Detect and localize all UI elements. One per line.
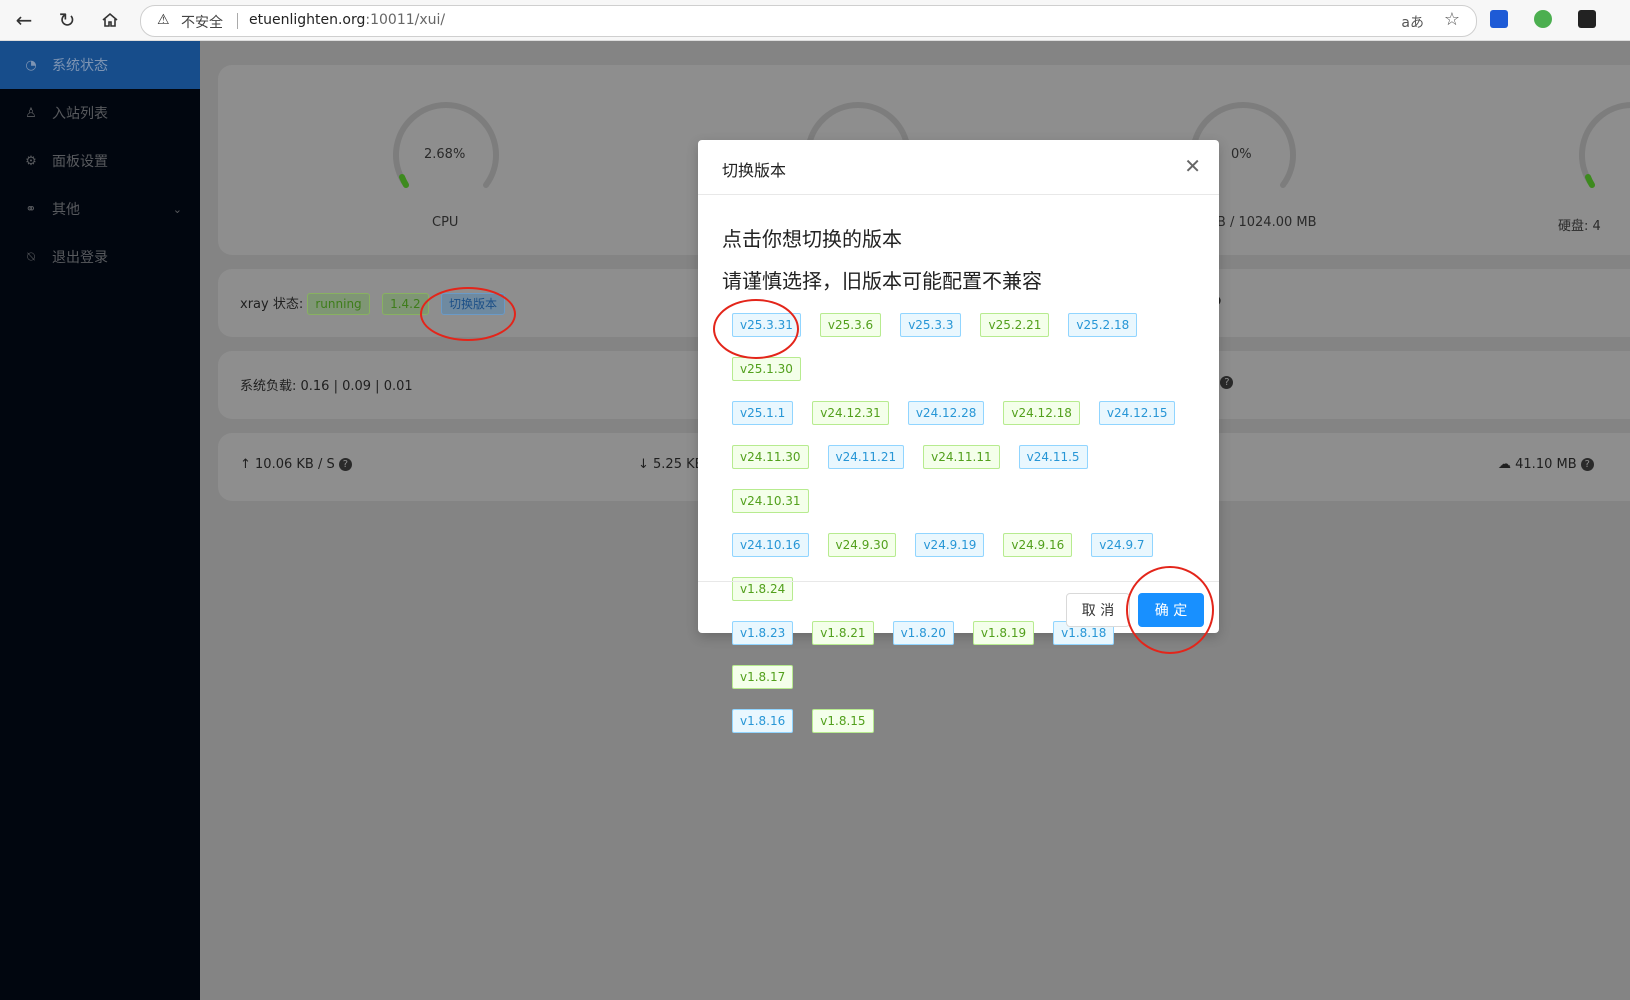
version-tag[interactable]: v25.2.21 xyxy=(980,313,1050,337)
sidebar-item-label: 其他 xyxy=(52,202,80,218)
xray-state-badge: running xyxy=(307,293,370,315)
url-host: etuenlighten.org xyxy=(249,12,366,28)
modal-warning: 请谨慎选择，旧版本可能配置不兼容 xyxy=(722,269,1042,293)
cancel-button[interactable]: 取 消 xyxy=(1066,593,1130,627)
sidebar: ◔ 系统状态 ♙ 入站列表 ⚙ 面板设置 ⚭ 其他 ⌄ ⍉ 退出登录 xyxy=(0,41,200,1000)
version-row: v24.11.30 v24.11.21 v24.11.11 v24.11.5 v24.1… xyxy=(732,445,1202,533)
upload-speed: ↑ 10.06 KB / S ? xyxy=(240,457,352,472)
system-load-text: 系统负载: 0.16 | 0.09 | 0.01 xyxy=(240,379,413,394)
version-tag[interactable]: v24.9.7 xyxy=(1091,533,1153,557)
annotation-circle xyxy=(713,299,799,359)
dashboard-icon: ◔ xyxy=(25,57,37,73)
cpu-label: CPU xyxy=(432,215,459,230)
version-tag[interactable]: v25.1.30 xyxy=(732,357,801,381)
version-tag[interactable]: v25.3.6 xyxy=(819,313,882,337)
cloud-upload-icon: ☁ xyxy=(1498,457,1511,472)
version-tag[interactable]: v24.9.19 xyxy=(915,533,985,557)
modal-instruction: 点击你想切换的版本 xyxy=(722,227,902,251)
reader-mode-icon[interactable]: aあ xyxy=(1401,12,1424,32)
close-icon[interactable]: ✕ xyxy=(1184,154,1201,178)
version-tag[interactable]: v1.8.16 xyxy=(732,709,794,733)
version-tag[interactable]: v24.10.16 xyxy=(732,533,809,557)
version-tag[interactable]: v24.11.21 xyxy=(827,445,905,469)
disk-label: 硬盘: 4 xyxy=(1558,219,1601,234)
cpu-value: 2.68% xyxy=(424,147,466,162)
url-text: etuenlighten.org:10011/xui/ xyxy=(249,12,445,28)
insecure-label: 不安全 xyxy=(181,15,223,31)
address-bar[interactable]: ⚠ 不安全 etuenlighten.org:10011/xui/ aあ ☆ xyxy=(140,5,1477,37)
sidebar-item-system-status[interactable]: ◔ 系统状态 xyxy=(0,41,200,89)
link-icon: ⚭ xyxy=(25,201,37,217)
version-tag[interactable]: v24.12.31 xyxy=(812,401,889,425)
version-tag[interactable]: v24.11.5 xyxy=(1018,445,1088,469)
help-icon[interactable]: ? xyxy=(338,458,352,471)
sidebar-item-label: 系统状态 xyxy=(52,58,108,74)
warning-icon: ⚠ xyxy=(157,12,170,28)
divider xyxy=(237,13,238,29)
bitwarden-extension-icon[interactable] xyxy=(1490,10,1508,28)
version-tag[interactable]: v25.1.1 xyxy=(732,401,794,425)
swap-value: 0% xyxy=(1231,147,1252,162)
url-path: :10011/xui/ xyxy=(365,12,446,28)
version-tag[interactable]: v24.9.16 xyxy=(1003,533,1073,557)
total-traffic: ☁ 41.10 MB ? xyxy=(1498,457,1594,472)
modal-header: 切换版本 ✕ xyxy=(698,140,1219,195)
version-row: v25.3.31 v25.3.6 v25.3.3 v25.2.21 v25.2.18v2… xyxy=(732,313,1202,401)
back-icon[interactable]: ← xyxy=(10,6,38,34)
user-icon: ♙ xyxy=(25,105,37,121)
gear-icon: ⚙ xyxy=(25,153,37,169)
version-tag[interactable]: v1.8.15 xyxy=(812,709,874,733)
sidebar-item-label: 面板设置 xyxy=(52,154,108,170)
annotation-circle xyxy=(420,287,516,341)
version-list: v25.3.31 v25.3.6 v25.3.3 v25.2.21 v25.2.18v2… xyxy=(732,313,1202,753)
logout-icon: ⍉ xyxy=(27,249,35,265)
reload-icon[interactable]: ↻ xyxy=(53,6,81,34)
sidebar-item-settings[interactable]: ⚙ 面板设置 xyxy=(0,137,200,185)
version-tag[interactable]: v25.3.3 xyxy=(900,313,962,337)
extension-icon[interactable] xyxy=(1578,10,1596,28)
browser-toolbar: ← ↻ ⚠ 不安全 etuenlighten.org:10011/xui/ aあ… xyxy=(0,0,1630,41)
version-row: v1.8.23 v1.8.21 v1.8.20 v1.8.19 v1.8.18v1.8.… xyxy=(732,621,1202,709)
version-tag[interactable]: v25.2.18 xyxy=(1068,313,1138,337)
version-tag[interactable]: v24.12.18 xyxy=(1003,401,1080,425)
sidebar-item-inbounds[interactable]: ♙ 入站列表 xyxy=(0,89,200,137)
sidebar-item-other[interactable]: ⚭ 其他 ⌄ xyxy=(0,185,200,233)
version-tag[interactable]: v24.9.30 xyxy=(827,533,897,557)
version-row: v25.1.1 v24.12.31 v24.12.28 v24.12.18 v24.12… xyxy=(732,401,1202,445)
modal-title: 切换版本 xyxy=(722,161,787,180)
version-tag[interactable]: v24.12.15 xyxy=(1098,401,1176,425)
download-speed: ↓ 5.25 KE xyxy=(638,457,703,472)
version-tag[interactable]: v24.12.28 xyxy=(907,401,985,425)
xray-label: xray 状态: xyxy=(240,297,304,312)
home-icon[interactable] xyxy=(96,6,124,34)
version-row: v1.8.16 v1.8.15 xyxy=(732,709,1202,753)
annotation-circle xyxy=(1126,566,1214,654)
globe-extension-icon[interactable] xyxy=(1534,10,1552,28)
modal-body: 点击你想切换的版本 请谨慎选择，旧版本可能配置不兼容 v25.3.31 v25.3… xyxy=(698,195,1219,733)
sidebar-item-label: 入站列表 xyxy=(52,106,108,122)
sidebar-item-logout[interactable]: ⍉ 退出登录 xyxy=(0,233,200,281)
disk-gauge xyxy=(1579,102,1630,188)
bookmark-star-icon[interactable]: ☆ xyxy=(1444,9,1460,30)
upload-speed-value: ↑ 10.06 KB / S xyxy=(240,457,335,472)
version-tag[interactable]: v24.11.11 xyxy=(923,445,1000,469)
switch-version-modal: 切换版本 ✕ 点击你想切换的版本 请谨慎选择，旧版本可能配置不兼容 v25.3.… xyxy=(698,140,1219,733)
version-tag[interactable]: v24.11.30 xyxy=(732,445,809,469)
version-tag[interactable]: v24.10.31 xyxy=(732,489,809,513)
help-icon[interactable]: ? xyxy=(1580,458,1594,471)
version-tag[interactable]: v1.8.17 xyxy=(732,665,794,689)
chevron-down-icon: ⌄ xyxy=(172,202,182,216)
sidebar-item-label: 退出登录 xyxy=(52,250,108,266)
help-icon[interactable]: ? xyxy=(1220,376,1234,389)
total-traffic-value: 41.10 MB xyxy=(1515,457,1577,472)
